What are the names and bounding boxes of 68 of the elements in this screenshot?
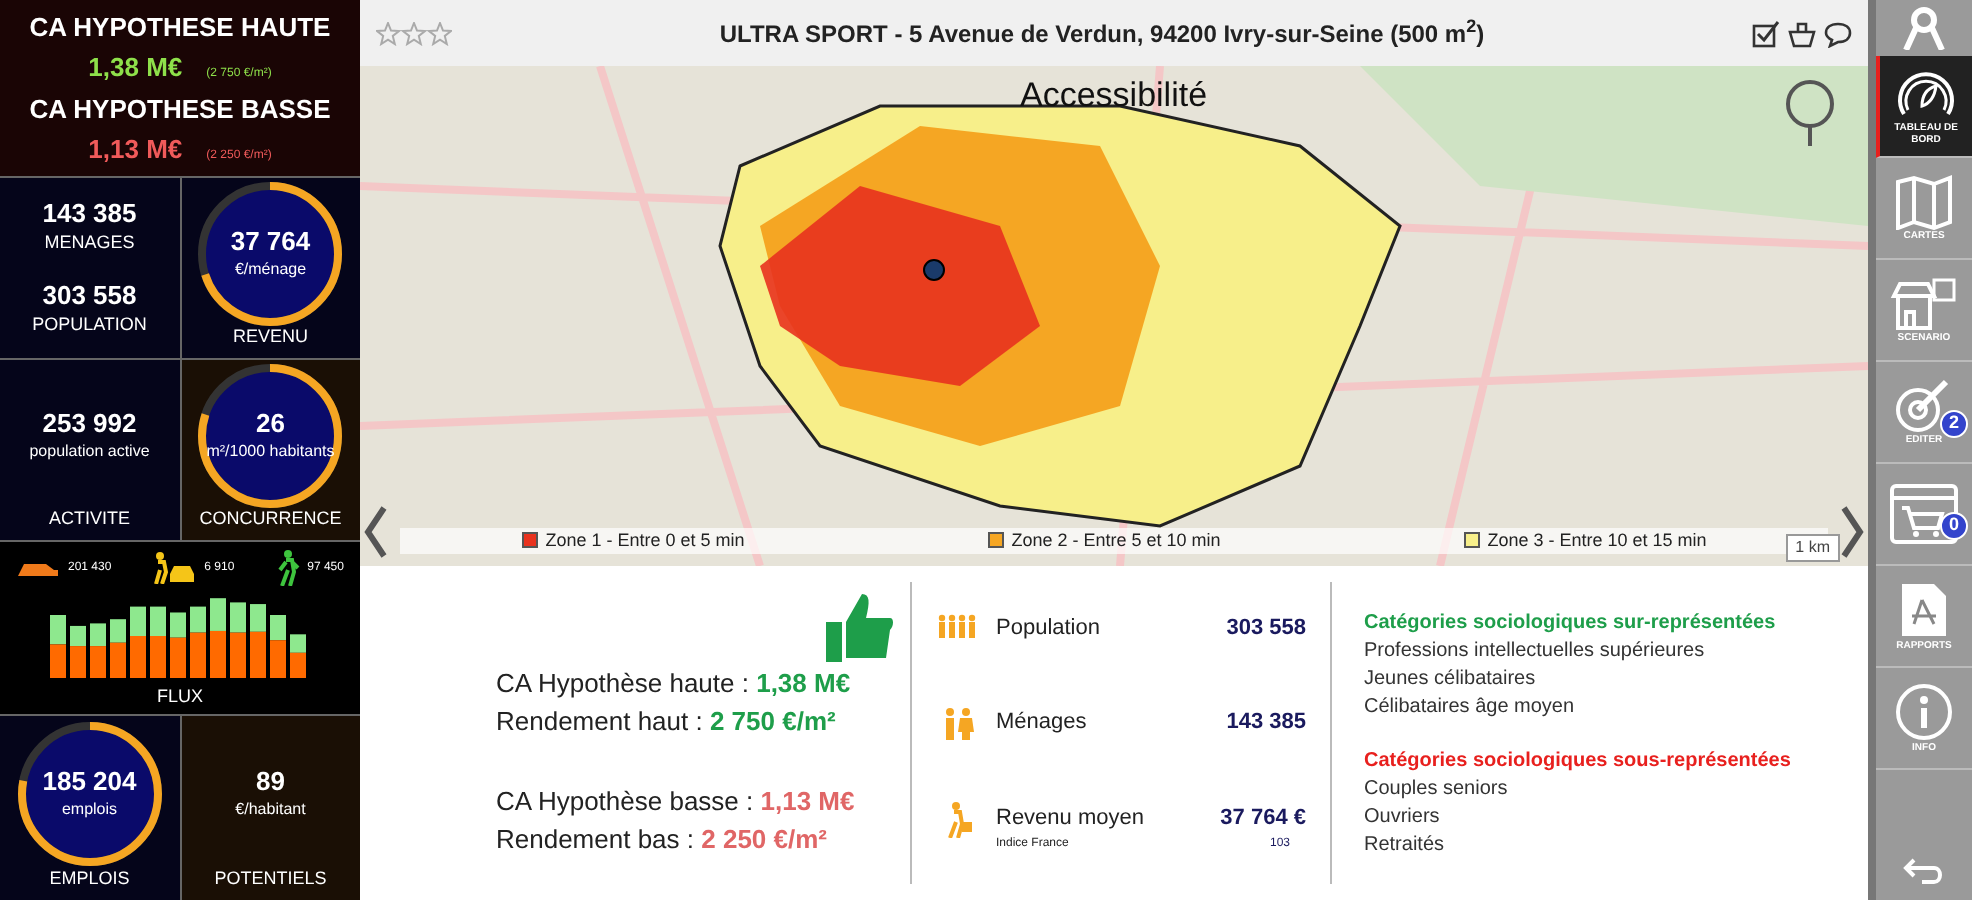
sidebar-item[interactable]: 0: [1876, 464, 1972, 566]
tile-caption: EMPLOIS: [49, 865, 130, 891]
count-badge: 0: [1940, 512, 1968, 540]
summary-value: 1,38 M€: [88, 49, 183, 85]
user-icon[interactable]: [1902, 6, 1946, 50]
category-title: Catégories sociologiques sur-représentées: [1364, 609, 1778, 637]
stat-label: Ménages: [996, 707, 1089, 738]
stat-value: 303 558: [1226, 614, 1306, 645]
count-badge: 2: [1940, 410, 1968, 438]
stat-unit: population active: [29, 440, 150, 465]
category-item: Jeunes célibataires: [1364, 665, 1538, 693]
category-item: Célibataires âge moyen: [1364, 693, 1577, 721]
stat-unit: €/habitant: [235, 798, 306, 823]
pedestrian-car-icon: [152, 552, 197, 584]
summary-title: CA HYPOTHESE HAUTE: [29, 10, 331, 46]
walking-shopper-icon: [942, 802, 974, 839]
result-line: CA Hypothèse basse : 1,13 M€: [496, 783, 857, 820]
stat-label: POPULATION: [32, 312, 147, 338]
stat-value: 37 764: [230, 226, 311, 259]
tile-caption: FLUX: [154, 683, 205, 709]
category-item: Professions intellectuelles supérieures: [1364, 637, 1707, 665]
checkbox-icon[interactable]: [1752, 19, 1780, 47]
tile-caption: ACTIVITE: [48, 505, 130, 531]
stat-value: 143 385: [42, 197, 137, 229]
car-icon: [16, 558, 60, 578]
result-line: CA Hypothèse haute : 1,38 M€: [496, 665, 853, 702]
map-scale: 1 km: [1785, 534, 1840, 562]
info-icon: [1894, 682, 1954, 742]
stat-value: 26: [256, 408, 285, 441]
stat-value: 253 992: [42, 408, 137, 441]
thumbs-up-icon: [826, 590, 894, 662]
category-item: Ouvriers: [1364, 803, 1442, 831]
stat-value: 303 558: [42, 280, 137, 312]
tile-caption: CONCURRENCE: [199, 505, 342, 531]
category-title: Catégories sociologiques sous-représentées: [1364, 747, 1793, 775]
category-item: Couples seniors: [1364, 775, 1510, 803]
map-pin-icon[interactable]: [1780, 78, 1840, 146]
result-line: Rendement bas : 2 250 €/m²: [496, 822, 829, 858]
map-view[interactable]: Accessibilité Zone 1 - Entre 0 et 5 min Zone 2 - Entre 5 et 10 min Zone 3 - Entre 10 et 15 min 1 km: [360, 66, 1868, 566]
stat-label: MENAGES: [44, 229, 135, 255]
stat-value: 143 385: [1226, 707, 1306, 738]
stat-unit: emplois: [61, 798, 118, 823]
speech-bubble-icon[interactable]: [1824, 19, 1852, 47]
back-arrow-icon[interactable]: [1902, 856, 1946, 884]
pedestrian-icon: [275, 550, 300, 586]
stat-label: Population: [996, 614, 1102, 645]
stat-value: 37 764 €: [1220, 804, 1306, 835]
site-title: ULTRA SPORT - 5 Avenue de Verdun, 94200 Ivry-sur-Seine (500 m$^{2}$): [717, 15, 1487, 51]
basket-icon[interactable]: [1788, 19, 1816, 47]
tile-caption: REVENU: [232, 323, 308, 349]
tile-caption: POTENTIELS: [214, 865, 327, 891]
stat-label: Revenu moyen: [996, 804, 1146, 835]
category-item: Retraités: [1364, 831, 1447, 859]
legend-label: Zone 1 - Entre 0 et 5 min: [545, 527, 745, 553]
stat-value: 185 204: [42, 766, 137, 799]
shopping-cart-icon: [1890, 484, 1958, 544]
summary-value: 1,13 M€: [88, 131, 183, 167]
storefront-icon: [1890, 276, 1958, 332]
stat-unit: €/ménage: [234, 258, 307, 283]
legend-label: Zone 2 - Entre 5 et 10 min: [1011, 527, 1221, 553]
result-line: Rendement haut : 2 750 €/m²: [496, 704, 838, 740]
map-title: Accessibilité: [1020, 74, 1208, 118]
folded-map-icon: [1894, 174, 1954, 230]
legend-label: Zone 3 - Entre 10 et 15 min: [1487, 527, 1707, 553]
stat-value: 89: [256, 766, 285, 799]
star-rating[interactable]: [376, 21, 452, 45]
summary-title: CA HYPOTHESE BASSE: [29, 92, 331, 128]
couple-icon: [942, 705, 974, 742]
